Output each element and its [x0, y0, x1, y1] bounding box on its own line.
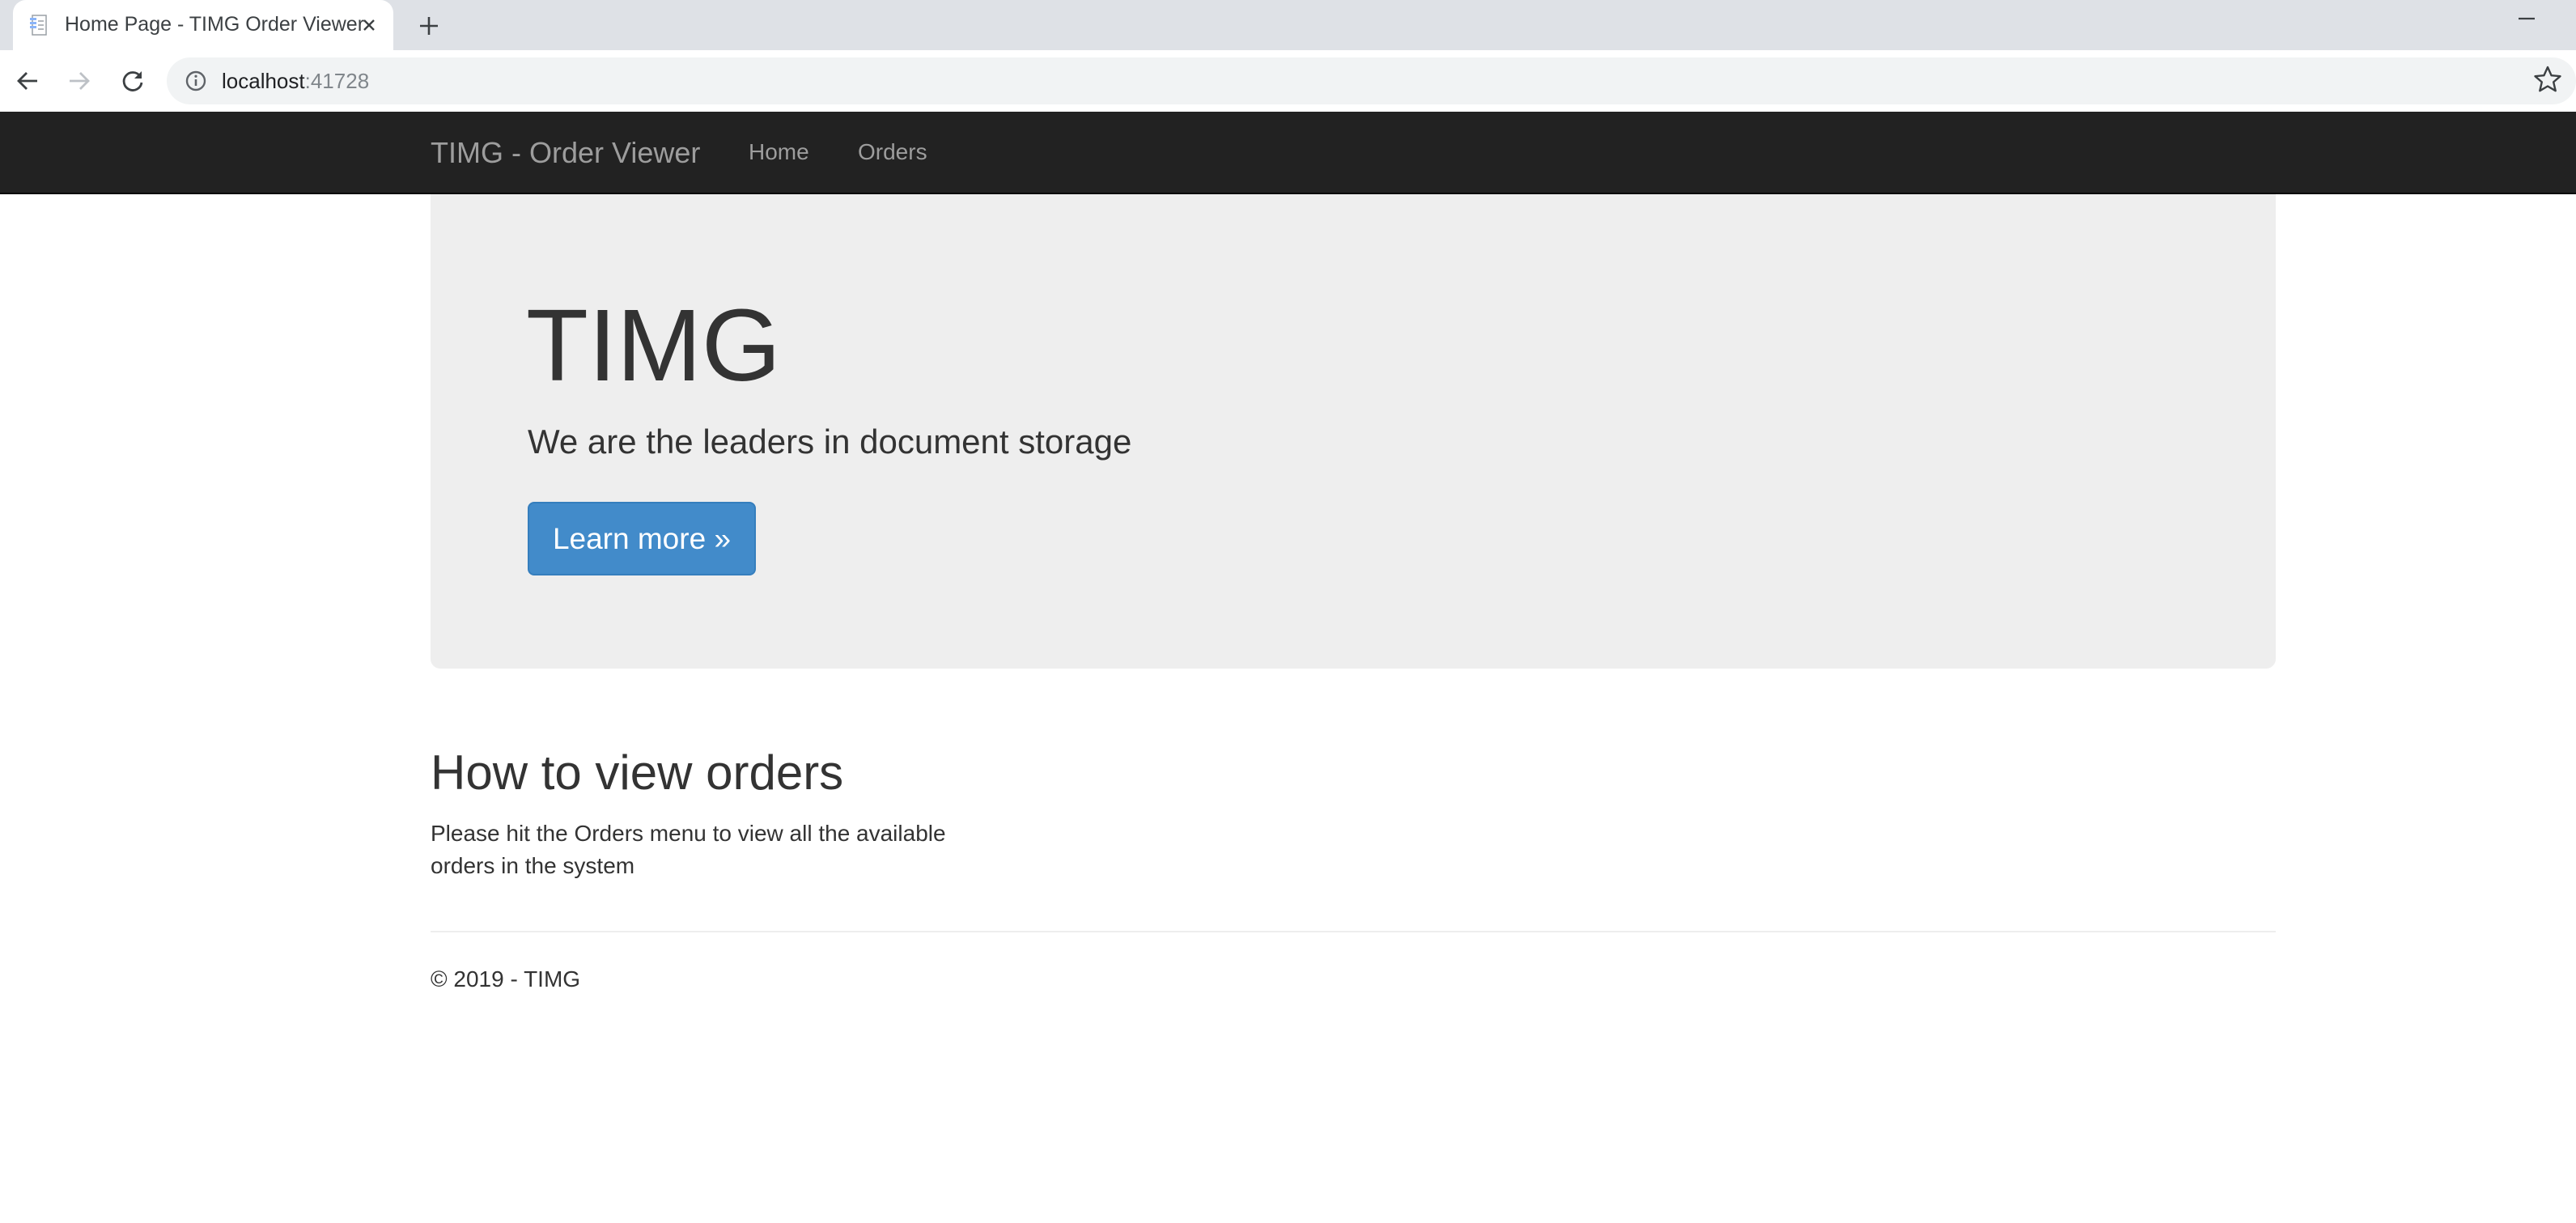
address-bar[interactable]: localhost:41728 [167, 57, 2576, 104]
url-text: localhost:41728 [222, 69, 369, 94]
info-icon[interactable] [185, 70, 207, 92]
footer-divider [431, 931, 2276, 932]
section-heading: How to view orders [431, 745, 844, 800]
footer-copyright: © 2019 - TIMG [431, 966, 581, 992]
url-port: :41728 [304, 69, 370, 93]
jumbotron-lead: We are the leaders in document storage [528, 423, 1132, 461]
close-icon[interactable] [356, 12, 382, 38]
document-icon [28, 13, 52, 37]
section-body: Please hit the Orders menu to view all t… [431, 821, 946, 878]
jumbotron-title: TIMG [526, 288, 781, 402]
browser-tabstrip: Home Page - TIMG Order Viewer [0, 0, 2576, 50]
tab-title: Home Page - TIMG Order Viewer [65, 13, 365, 36]
site-navbar: TIMG - Order Viewer Home Orders [0, 112, 2576, 194]
back-arrow-icon[interactable] [11, 65, 44, 97]
browser-toolbar: localhost:41728 [0, 50, 2576, 112]
navbar-brand[interactable]: TIMG - Order Viewer [431, 136, 700, 170]
jumbotron: TIMG We are the leaders in document stor… [431, 194, 2276, 669]
star-icon[interactable] [2533, 65, 2562, 94]
url-host: localhost [222, 69, 305, 93]
browser-tab[interactable]: Home Page - TIMG Order Viewer [13, 0, 393, 50]
learn-more-button[interactable]: Learn more » [528, 502, 756, 575]
nav-link-home[interactable]: Home [749, 139, 809, 165]
nav-link-orders[interactable]: Orders [858, 139, 927, 165]
minimize-icon[interactable] [2509, 6, 2544, 31]
reload-icon[interactable] [117, 65, 149, 97]
forward-arrow-icon[interactable] [63, 65, 95, 97]
plus-icon[interactable] [413, 10, 445, 42]
